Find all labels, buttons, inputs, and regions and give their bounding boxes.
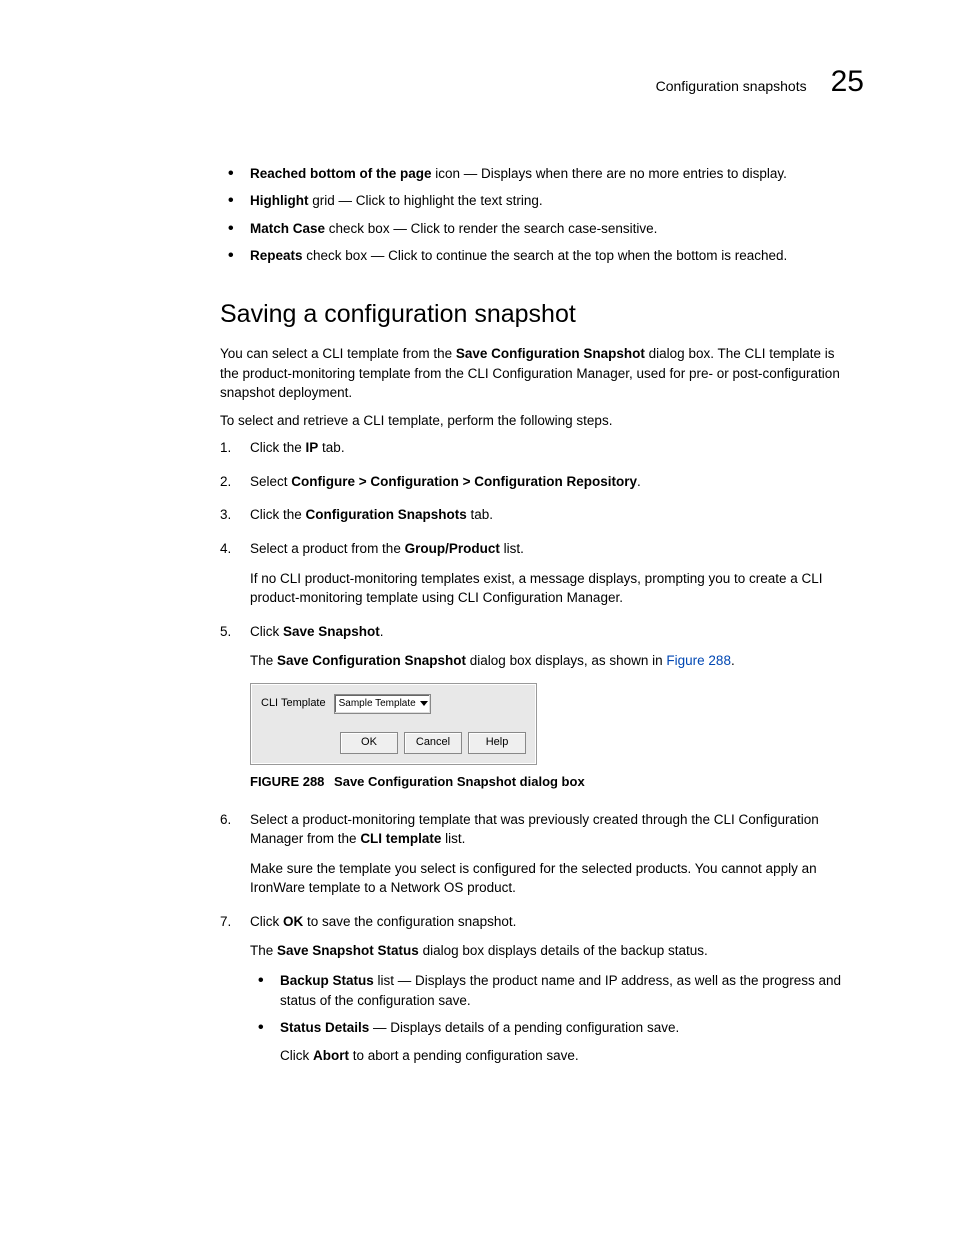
ok-button[interactable]: OK [340,732,398,754]
term: Group/Product [405,541,500,556]
combo-value: Sample Template [339,697,416,712]
list-item: Reached bottom of the page icon — Displa… [250,164,844,184]
term: IP [306,440,319,455]
main-content: Reached bottom of the page icon — Displa… [220,164,844,1066]
text: Click [250,914,283,929]
text: Click [280,1048,313,1063]
text: . [637,474,641,489]
cli-template-label: CLI Template [261,696,326,712]
term: Save Configuration Snapshot [277,653,466,668]
desc: — Displays details of a pending configur… [369,1020,679,1035]
step-note: The Save Snapshot Status dialog box disp… [250,941,844,961]
desc: grid — Click to highlight the text strin… [308,193,542,208]
step: Click Save Snapshot. The Save Configurat… [250,622,844,792]
text: to save the configuration snapshot. [303,914,516,929]
dialog-buttons: OK Cancel Help [251,720,536,764]
term: Highlight [250,193,308,208]
step-note: The Save Configuration Snapshot dialog b… [250,651,844,671]
step: Click the Configuration Snapshots tab. [250,505,844,525]
steps-list: Click the IP tab. Select Configure > Con… [220,438,844,1065]
text: The [250,653,277,668]
text: dialog box displays details of the backu… [419,943,708,958]
chapter-number: 25 [831,60,864,104]
section-heading: Saving a configuration snapshot [220,296,844,332]
term: Reached bottom of the page [250,166,432,181]
list-item: Status Details — Displays details of a p… [280,1018,844,1065]
text: tab. [318,440,344,455]
text: Click the [250,507,306,522]
term: Save Configuration Snapshot [456,346,645,361]
paragraph: To select and retrieve a CLI template, p… [220,411,844,431]
list-item: Match Case check box — Click to render t… [250,219,844,239]
list-item: Highlight grid — Click to highlight the … [250,191,844,211]
cli-template-combo[interactable]: Sample Template [334,694,431,714]
list-item: Backup Status list — Displays the produc… [280,971,844,1010]
dialog-row: CLI Template Sample Template [251,684,536,720]
figure-title: Save Configuration Snapshot dialog box [334,774,585,789]
text: Click [250,624,283,639]
text: . [380,624,384,639]
cancel-button[interactable]: Cancel [404,732,462,754]
figure-caption: FIGURE 288 Save Configuration Snapshot d… [250,773,844,792]
text: Select [250,474,291,489]
text: dialog box displays, as shown in [466,653,666,668]
text: to abort a pending configuration save. [349,1048,579,1063]
text: tab. [467,507,493,522]
term: Repeats [250,248,303,263]
step: Select a product from the Group/Product … [250,539,844,608]
list-item: Repeats check box — Click to continue th… [250,246,844,266]
text: Click the [250,440,306,455]
save-config-snapshot-dialog: CLI Template Sample Template OK Cancel H… [250,683,537,765]
desc: check box — Click to continue the search… [303,248,788,263]
step: Select Configure > Configuration > Confi… [250,472,844,492]
step: Click the IP tab. [250,438,844,458]
term: Match Case [250,221,325,236]
desc: icon — Displays when there are no more e… [432,166,787,181]
term: Save Snapshot [283,624,380,639]
text: You can select a CLI template from the [220,346,456,361]
term: Abort [313,1048,349,1063]
figure-link[interactable]: Figure 288 [666,653,731,668]
text: The [250,943,277,958]
step-note: Make sure the template you select is con… [250,859,844,898]
chevron-down-icon [420,701,428,706]
text: Select a product from the [250,541,405,556]
text: list. [500,541,524,556]
header-section-title: Configuration snapshots [656,76,807,96]
step: Select a product-monitoring template tha… [250,810,844,898]
sub-bullet-list: Backup Status list — Displays the produc… [250,971,844,1065]
paragraph: You can select a CLI template from the S… [220,344,844,403]
step: Click OK to save the configuration snaps… [250,912,844,1065]
term: CLI template [360,831,441,846]
page-header: Configuration snapshots 25 [80,60,874,104]
sub-note: Click Abort to abort a pending configura… [280,1046,844,1066]
term: OK [283,914,303,929]
step-note: If no CLI product-monitoring templates e… [250,569,844,608]
intro-bullet-list: Reached bottom of the page icon — Displa… [220,164,844,266]
text: . [731,653,735,668]
help-button[interactable]: Help [468,732,526,754]
term: Status Details [280,1020,369,1035]
term: Backup Status [280,973,374,988]
term: Configuration Snapshots [306,507,467,522]
text: list. [441,831,465,846]
figure-number: FIGURE 288 [250,774,324,789]
text: Select a product-monitoring template tha… [250,812,819,847]
desc: check box — Click to render the search c… [325,221,657,236]
term: Configure > Configuration > Configuratio… [291,474,637,489]
term: Save Snapshot Status [277,943,419,958]
